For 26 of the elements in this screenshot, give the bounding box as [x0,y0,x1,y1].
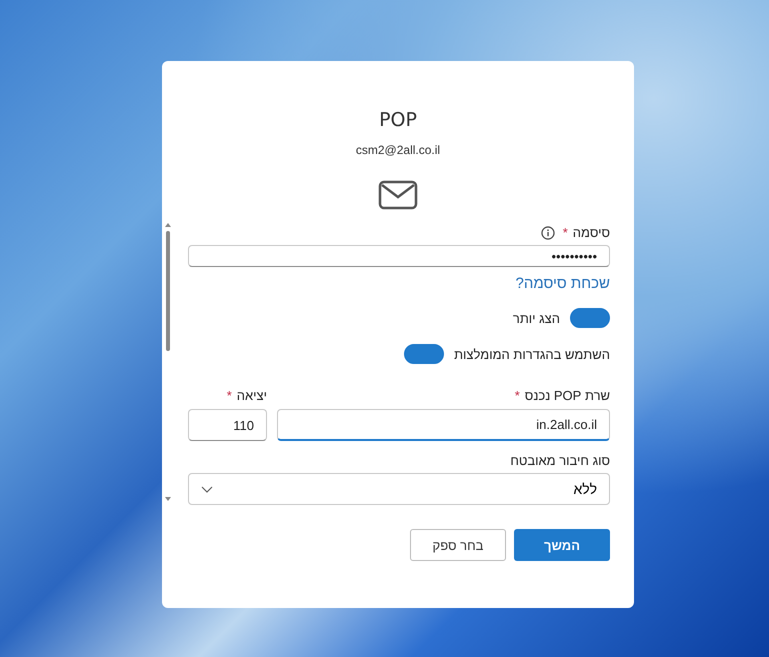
password-field[interactable]: •••••••••• [188,245,610,267]
field-label: סוג חיבור מאובטח [510,453,610,468]
field-label: סיסמה [572,225,610,240]
account-email: csm2@2all.co.il [356,143,440,157]
server-field[interactable]: in.2all.co.il [277,409,610,441]
port-field[interactable]: 110 [188,409,267,441]
toggle-switch[interactable] [570,308,610,328]
field-label: יציאה [236,388,267,402]
choose-provider-button[interactable]: בחר ספק [410,529,506,561]
chevron-down-icon [201,486,213,492]
required-mark: * [226,388,232,402]
info-icon[interactable] [540,226,555,240]
forgot-password-link[interactable]: שכחת סיסמה? [515,275,610,292]
toggle-label: השתמש בהגדרות המומלצות [454,346,610,362]
field-label: שרת POP נכנס [524,388,610,402]
required-mark: * [562,225,568,240]
continue-button[interactable]: המשך [514,529,610,561]
dialog-title: POP [379,109,417,131]
security-dropdown[interactable]: ללא [188,473,610,505]
scroll-down-arrow-icon[interactable] [165,497,171,501]
toggle-switch[interactable] [404,344,444,364]
scrollbar-thumb[interactable] [166,231,170,351]
required-mark: * [514,388,520,402]
envelope-icon [378,179,418,211]
toggle-label: הצג יותר [512,310,560,326]
scroll-up-arrow-icon[interactable] [165,223,171,227]
